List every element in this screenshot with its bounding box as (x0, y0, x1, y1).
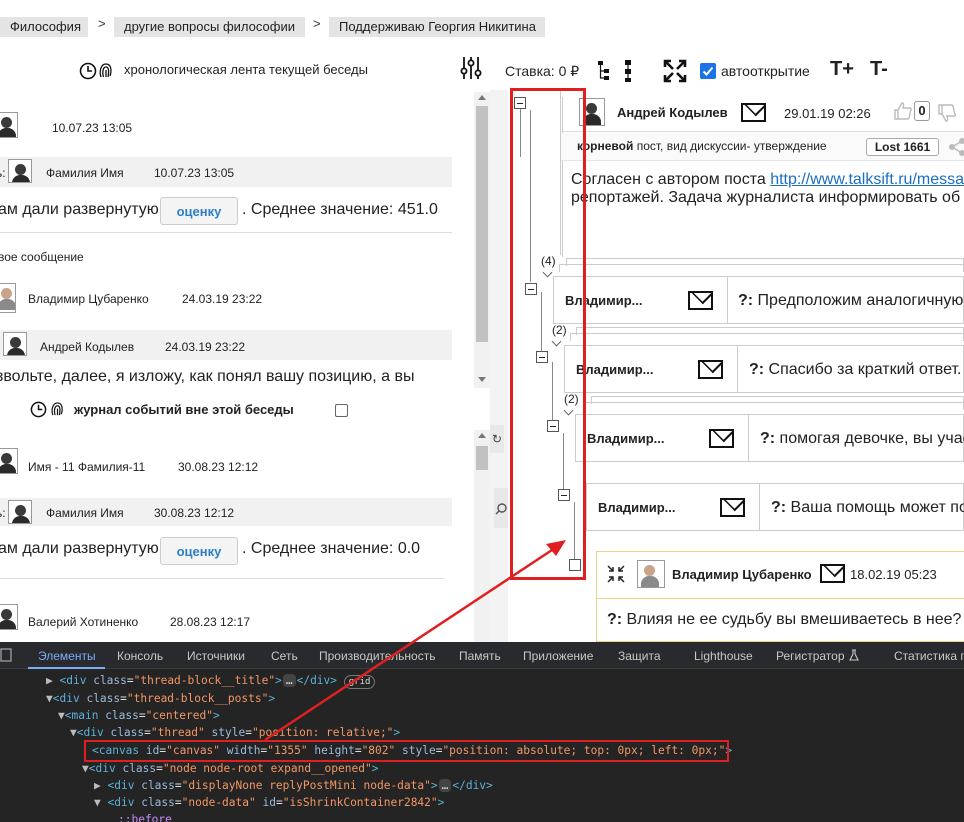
annotation-arrow (264, 540, 566, 742)
